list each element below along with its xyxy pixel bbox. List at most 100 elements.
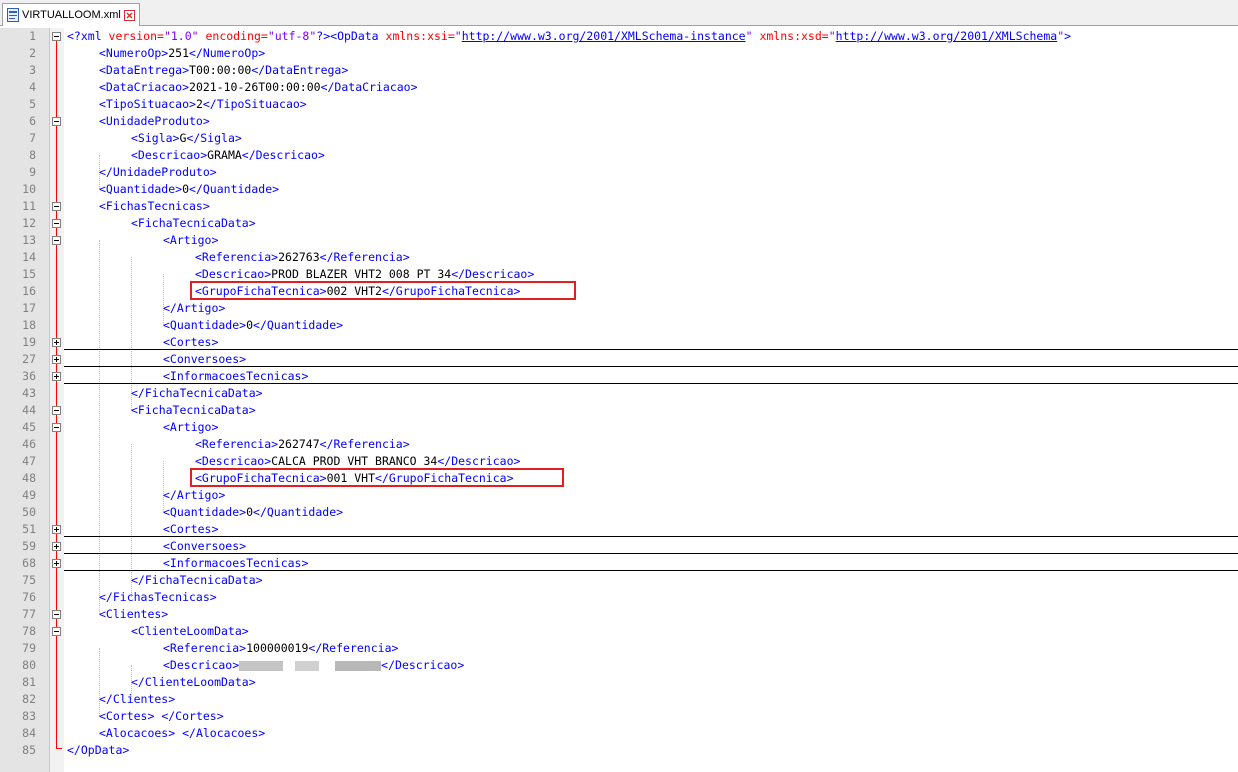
fold-expand-icon[interactable] <box>52 338 61 347</box>
code-line[interactable]: </Artigo> <box>163 300 225 317</box>
open-tag: <Referencia> <box>195 437 279 451</box>
code-line[interactable]: <Referencia>262747</Referencia> <box>195 436 410 453</box>
code-line[interactable]: <FichaTecnicaData> <box>131 402 256 419</box>
fold-collapse-icon[interactable] <box>52 202 61 211</box>
code-line[interactable]: <ClienteLoomData> <box>131 623 249 640</box>
open-tag: <Alocacoes> <box>99 726 176 740</box>
attr-value: "http://www.w3.org/2001/XMLSchema-instan… <box>454 29 753 43</box>
code-line[interactable]: </UnidadeProduto> <box>99 164 217 181</box>
close-tag: </Descricao> <box>381 658 465 672</box>
line-number: 75 <box>22 573 36 587</box>
close-tag: </Referencia> <box>319 437 410 451</box>
fold-margin <box>50 28 64 772</box>
fold-expand-icon[interactable] <box>52 525 61 534</box>
code-line[interactable]: </FichaTecnicaData> <box>131 572 263 589</box>
code-line[interactable]: <Referencia>100000019</Referencia> <box>163 640 398 657</box>
line-number: 51 <box>22 522 36 536</box>
open-tag: <InformacoesTecnicas> <box>163 556 309 570</box>
code-line-folded[interactable]: <Conversoes> <box>163 351 246 368</box>
code-line[interactable]: <Artigo> <box>163 232 218 249</box>
code-line[interactable]: <Cortes> </Cortes> <box>99 708 224 725</box>
code-line-grupo-ficha-highlighted[interactable]: <GrupoFichaTecnica>001 VHT</GrupoFichaTe… <box>195 470 514 487</box>
open-tag: <FichasTecnicas> <box>99 199 210 213</box>
code-line[interactable]: </OpData> <box>67 742 129 759</box>
close-tag: </Artigo> <box>163 301 226 315</box>
code-line-grupo-ficha-highlighted[interactable]: <GrupoFichaTecnica>002 VHT2</GrupoFichaT… <box>195 283 520 300</box>
xsi-url-link[interactable]: http://www.w3.org/2001/XMLSchema-instanc… <box>462 29 746 43</box>
open-tag: <FichaTecnicaData> <box>131 216 256 230</box>
fold-collapse-icon[interactable] <box>52 627 61 636</box>
fold-expand-icon[interactable] <box>52 542 61 551</box>
fold-collapse-icon[interactable] <box>52 236 61 245</box>
line-number: 11 <box>22 199 36 213</box>
code-line[interactable]: <DataEntrega>T00:00:00</DataEntrega> <box>99 62 348 79</box>
close-tag: </ClienteLoomData> <box>131 675 256 689</box>
open-tag: <Referencia> <box>195 250 279 264</box>
code-line[interactable]: <Artigo> <box>163 419 218 436</box>
code-line[interactable]: <Alocacoes> </Alocacoes> <box>99 725 265 742</box>
code-line[interactable]: <FichaTecnicaData> <box>131 215 256 232</box>
code-line-folded[interactable]: <Cortes> <box>163 334 218 351</box>
line-number: 13 <box>22 233 36 247</box>
code-line[interactable]: <Descricao>GRAMA</Descricao> <box>131 147 325 164</box>
fold-expand-icon[interactable] <box>52 559 61 568</box>
element-value: 001 VHT <box>326 471 376 485</box>
xsd-url-link[interactable]: http://www.w3.org/2001/XMLSchema <box>836 29 1058 43</box>
close-tag: </DataEntrega> <box>251 63 349 77</box>
line-number: 1 <box>29 29 36 43</box>
code-line[interactable]: </Artigo> <box>163 487 225 504</box>
code-line[interactable]: <Clientes> <box>99 606 168 623</box>
close-tag: </Quantidade> <box>253 505 344 519</box>
code-line[interactable]: <NumeroOp>251</NumeroOp> <box>99 45 265 62</box>
line-number: 44 <box>22 403 36 417</box>
open-tag: <Clientes> <box>99 607 169 621</box>
fold-collapse-icon[interactable] <box>52 423 61 432</box>
code-line[interactable]: </FichaTecnicaData> <box>131 385 263 402</box>
line-number: 8 <box>29 148 36 162</box>
code-line[interactable]: <UnidadeProduto> <box>99 113 210 130</box>
fold-expand-icon[interactable] <box>52 355 61 364</box>
close-icon[interactable] <box>123 9 135 21</box>
editor-area[interactable]: 1 2 3 4 5 6 7 8 9 10 11 12 13 14 15 16 1… <box>0 28 1238 772</box>
fold-collapse-icon[interactable] <box>52 406 61 415</box>
close-tag: </Quantidade> <box>189 182 280 196</box>
close-tag: </Cortes> <box>161 709 224 723</box>
fold-expand-icon[interactable] <box>52 372 61 381</box>
code-line[interactable]: <Quantidade>0</Quantidade> <box>99 181 279 198</box>
code-line-folded[interactable]: <Conversoes> <box>163 538 246 555</box>
code-line[interactable]: <Referencia>262763</Referencia> <box>195 249 410 266</box>
code-line[interactable]: <FichasTecnicas> <box>99 198 210 215</box>
code-line-folded[interactable]: <InformacoesTecnicas> <box>163 368 308 385</box>
code-line[interactable]: <Quantidade>0</Quantidade> <box>163 317 343 334</box>
code-line-xml-declaration[interactable]: <?xml version="1.0" encoding="utf-8"?><O… <box>67 28 1071 45</box>
line-number: 36 <box>22 369 36 383</box>
code-line[interactable]: </ClienteLoomData> <box>131 674 256 691</box>
opdata-open-tag: <OpData <box>330 29 379 43</box>
file-tab[interactable]: VIRTUALLOOM.xml <box>2 3 140 26</box>
element-value: PROD BLAZER VHT2 008 PT 34 <box>271 267 452 281</box>
open-tag: <Referencia> <box>163 641 247 655</box>
open-tag: <Quantidade> <box>163 318 247 332</box>
fold-collapse-icon[interactable] <box>52 219 61 228</box>
line-number: 19 <box>22 335 36 349</box>
line-number: 6 <box>29 114 36 128</box>
fold-collapse-icon[interactable] <box>52 32 61 41</box>
open-tag: <Cortes> <box>163 522 219 536</box>
fold-collapse-icon[interactable] <box>52 117 61 126</box>
code-line[interactable]: <Descricao> </Descricao> <box>163 657 464 674</box>
code-line[interactable]: </FichasTecnicas> <box>99 589 217 606</box>
code-line-folded[interactable]: <Cortes> <box>163 521 218 538</box>
line-number: 49 <box>22 488 36 502</box>
code-line[interactable]: </Clientes> <box>99 691 175 708</box>
code-line[interactable]: <Sigla>G</Sigla> <box>131 130 242 147</box>
fold-collapse-icon[interactable] <box>52 610 61 619</box>
code-line[interactable]: <TipoSituacao>2</TipoSituacao> <box>99 96 307 113</box>
element-value: 100000019 <box>246 641 309 655</box>
code-line[interactable]: <DataCriacao>2021-10-26T00:00:00</DataCr… <box>99 79 418 96</box>
element-value: T00:00:00 <box>189 63 252 77</box>
line-number: 45 <box>22 420 36 434</box>
code-line-folded[interactable]: <InformacoesTecnicas> <box>163 555 308 572</box>
xml-decl-close: ?> <box>316 29 331 43</box>
line-number: 15 <box>22 267 36 281</box>
code-line[interactable]: <Quantidade>0</Quantidade> <box>163 504 343 521</box>
